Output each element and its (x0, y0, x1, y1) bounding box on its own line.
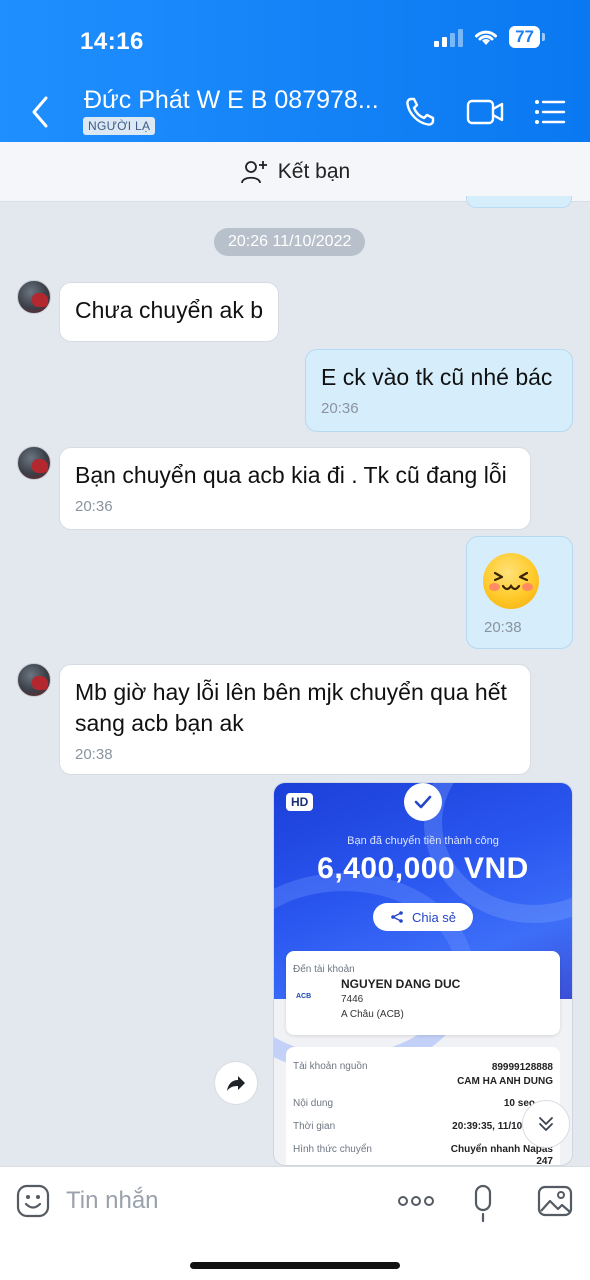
share-icon (391, 911, 403, 923)
status-time: 14:16 (80, 28, 144, 55)
hd-badge: HD (286, 793, 314, 811)
acb-bank-logo: ACB (296, 993, 312, 1000)
wifi-icon (475, 30, 498, 45)
header-bar: 14:16 77 Đức Phát W E B 087978... NGƯỜI … (0, 0, 590, 142)
more-icon[interactable] (396, 1183, 436, 1219)
recipient-bank: A Châu (ACB) (341, 1009, 404, 1020)
forward-arrow-icon (227, 1076, 245, 1091)
transfer-amount: 6,400,000 VND (317, 852, 529, 885)
previous-message-bubble (466, 196, 572, 208)
home-indicator (190, 1262, 400, 1269)
add-friend-bar[interactable]: Kết bạn (0, 142, 590, 202)
add-friend-label: Kết bạn (277, 159, 351, 183)
share-label: Chia sẻ (411, 909, 457, 925)
message-input[interactable]: Tin nhắn (66, 1187, 159, 1215)
cellular-signal-icon (434, 27, 464, 47)
scroll-to-bottom-button[interactable] (522, 1100, 570, 1148)
recipient-name: NGUYEN DANG DUC (341, 977, 461, 991)
message-time: 20:36 (321, 400, 359, 417)
back-icon[interactable] (26, 92, 54, 132)
microphone-icon[interactable] (465, 1183, 501, 1223)
message-text: Chưa chuyển ak b (75, 297, 264, 323)
avatar[interactable] (17, 280, 51, 314)
avatar[interactable] (17, 663, 51, 697)
phone-icon[interactable] (402, 94, 442, 130)
message-time: 20:36 (75, 498, 113, 515)
video-call-icon[interactable] (465, 94, 505, 130)
destination-label: Đến tài khoản (293, 964, 355, 975)
chat-title[interactable]: Đức Phát W E B 087978... (84, 86, 379, 115)
message-bubble-incoming[interactable]: Mb giờ hay lỗi lên bên mjk chuyển qua hế… (59, 664, 531, 775)
message-bubble-incoming[interactable]: Chưa chuyển ak b (59, 282, 279, 342)
transfer-details-card: Tài khoản nguồn 89999128888 CAM HA ANH DU… (286, 1047, 560, 1166)
message-time: 20:38 (484, 619, 522, 636)
message-time: 20:38 (75, 746, 113, 763)
stranger-badge: NGƯỜI LẠ (83, 117, 156, 135)
recipient-account: 7446 (341, 994, 364, 1005)
message-bubble-incoming[interactable]: Bạn chuyển qua acb kia đi . Tk cũ đang l… (59, 447, 531, 530)
message-text: Mb giờ hay lỗi lên bên mjk chuyển qua hế… (75, 679, 507, 736)
forward-button[interactable] (214, 1061, 258, 1105)
image-icon[interactable] (537, 1183, 573, 1219)
status-icons: 77 (434, 26, 545, 48)
destination-account-card: Đến tài khoản ACB NGUYEN DANG DUC 7446 A… (286, 951, 560, 1035)
detail-row-method: Hình thức chuyển Chuyển nhanh Napas 247 (293, 1144, 553, 1166)
laughing-face-sticker (483, 553, 539, 609)
battery-indicator: 77 (509, 26, 545, 48)
detail-row-time: Thời gian 20:39:35, 11/10, (293, 1121, 525, 1132)
date-divider: 20:26 11/10/2022 (214, 228, 366, 256)
detail-row-source: Tài khoản nguồn 89999128888 CAM HA ANH DU… (293, 1061, 553, 1087)
share-button: Chia sẻ (373, 903, 473, 931)
check-icon (404, 783, 442, 821)
add-person-icon (240, 160, 267, 183)
message-text: Bạn chuyển qua acb kia đi . Tk cũ đang l… (75, 462, 507, 488)
menu-list-icon[interactable] (530, 94, 570, 130)
transfer-success-text: Bạn đã chuyển tiền thành công (347, 835, 499, 847)
double-chevron-down-icon (539, 1117, 553, 1131)
message-bubble-outgoing[interactable]: E ck vào tk cũ nhé bác 20:36 (305, 349, 573, 432)
avatar[interactable] (17, 446, 51, 480)
emoji-icon[interactable] (15, 1183, 51, 1219)
detail-row-content: Nội dung 10 seo (293, 1098, 535, 1109)
message-text: E ck vào tk cũ nhé bác (321, 364, 553, 390)
